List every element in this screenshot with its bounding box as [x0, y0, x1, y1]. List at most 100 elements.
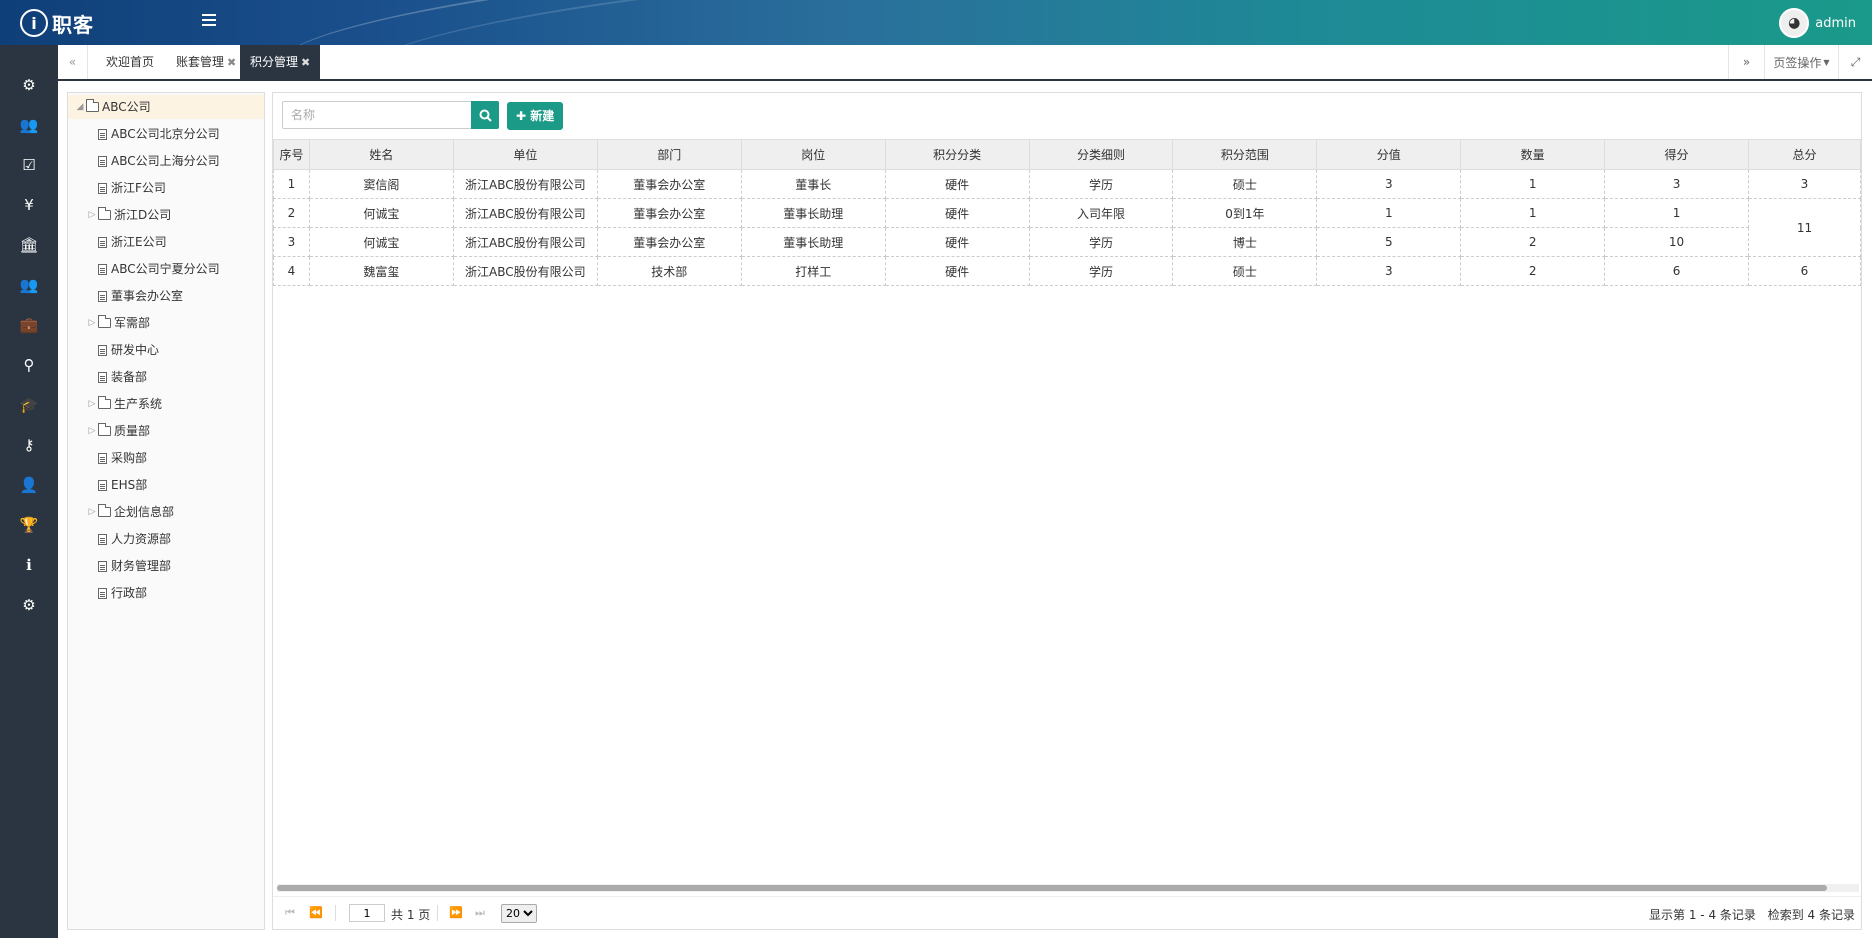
horizontal-scrollbar[interactable] — [277, 884, 1859, 892]
user-menu[interactable]: ◕ admin — [1779, 8, 1856, 38]
search-button[interactable] — [471, 101, 499, 129]
table-row[interactable]: 2 何诚宝 浙江ABC股份有限公司 董事会办公室 董事长助理 硬件 入司年限 0到1年 1 1 1 1… — [273, 198, 1861, 257]
tree-node-label: ABC公司宁夏分公司 — [111, 262, 220, 276]
page-size-select[interactable]: 20 — [501, 904, 537, 923]
tree-node[interactable]: 浙江F公司 — [86, 176, 166, 200]
tab-scroll-right-icon[interactable]: » — [1728, 45, 1764, 79]
column-header[interactable]: 序号 — [273, 139, 310, 170]
column-header[interactable]: 积分范围 — [1172, 139, 1318, 170]
user-icon[interactable]: 👤 — [0, 465, 58, 505]
tree-node[interactable]: ◢ ABC公司 — [68, 95, 264, 119]
tree-node[interactable]: 财务管理部 — [86, 554, 171, 578]
new-button[interactable]: ✚ 新建 — [507, 102, 564, 130]
tree-node[interactable]: 装备部 — [86, 365, 147, 389]
tree-node[interactable]: 董事会办公室 — [86, 284, 183, 308]
prev-page-icon[interactable]: ⏪ — [309, 906, 323, 919]
close-icon[interactable]: ✖ — [301, 56, 310, 69]
tree-node[interactable]: ▷ 企划信息部 — [86, 500, 174, 524]
tab-points[interactable]: 积分管理 ✖ — [240, 45, 321, 79]
group-icon[interactable]: 👥 — [0, 265, 58, 305]
tree-node[interactable]: EHS部 — [86, 473, 147, 497]
tree-node-label: 人力资源部 — [111, 532, 172, 546]
found-info: 检索到 4 条记录 — [1767, 908, 1855, 922]
trophy-icon[interactable]: 🏆 — [0, 505, 58, 545]
tree-node[interactable]: ▷ 浙江D公司 — [86, 203, 171, 227]
page-ops-dropdown[interactable]: 页签操作 ▼ — [1764, 45, 1838, 79]
table-cell: 1 — [1604, 198, 1749, 228]
users-icon[interactable]: 👥 — [0, 105, 58, 145]
tree-node[interactable]: 浙江E公司 — [86, 230, 167, 254]
table-row[interactable]: 4 魏富玺 浙江ABC股份有限公司 技术部 打样工 硬件 学历 硕士 3 2 6 6 — [273, 256, 1861, 286]
close-icon[interactable]: ✖ — [227, 56, 236, 69]
column-header[interactable]: 分值 — [1316, 139, 1462, 170]
yen-icon[interactable]: ¥ — [0, 185, 58, 225]
briefcase-icon[interactable]: 💼 — [0, 305, 58, 345]
tree-node[interactable]: 行政部 — [86, 581, 147, 605]
table-cell: 5 — [1316, 227, 1462, 257]
tree-node[interactable]: 采购部 — [86, 446, 147, 470]
table-row[interactable]: 1 窦信阁 浙江ABC股份有限公司 董事会办公室 董事长 硬件 学历 硕士 3 1 3 3 — [273, 169, 1861, 199]
menu-toggle-icon[interactable] — [202, 14, 216, 28]
table-cell: 3 — [1316, 169, 1462, 199]
bank-icon[interactable]: 🏛 — [0, 225, 58, 265]
file-icon — [98, 344, 107, 356]
tab-welcome[interactable]: 欢迎首页 — [96, 45, 164, 79]
collapsed-arrow-icon[interactable]: ▷ — [86, 419, 98, 443]
tree-node[interactable]: ABC公司北京分公司 — [86, 122, 220, 146]
column-header[interactable]: 积分分类 — [884, 139, 1030, 170]
fullscreen-icon[interactable]: ⤢ — [1838, 45, 1872, 79]
logo-mark: i — [20, 9, 48, 37]
range-info: 显示第 1 - 4 条记录 — [1649, 908, 1756, 922]
cogs-icon[interactable]: ⚙ — [0, 585, 58, 625]
tree-node[interactable]: 人力资源部 — [86, 527, 171, 551]
page-number-input[interactable] — [349, 904, 385, 922]
tree-node[interactable]: ▷ 生产系统 — [86, 392, 162, 416]
column-header[interactable]: 单位 — [452, 139, 598, 170]
tree-node[interactable]: ▷ 质量部 — [86, 419, 150, 443]
search-input[interactable] — [282, 101, 472, 129]
stamp-icon[interactable]: ⚲ — [0, 345, 58, 385]
collapsed-arrow-icon[interactable]: ▷ — [86, 203, 98, 227]
tab-label: 积分管理 — [250, 55, 299, 69]
table-cell: 3 — [273, 227, 310, 257]
last-page-icon[interactable]: ⏭ — [475, 906, 485, 920]
first-page-icon[interactable]: ⏮ — [285, 906, 295, 920]
column-header[interactable]: 分类细则 — [1028, 139, 1174, 170]
new-button-label: 新建 — [530, 109, 555, 123]
next-page-icon[interactable]: ⏩ — [449, 906, 463, 919]
dashboard-icon[interactable]: ⚙ — [0, 65, 58, 105]
collapsed-arrow-icon[interactable]: ▷ — [86, 392, 98, 416]
folder-icon — [86, 99, 99, 112]
expanded-arrow-icon[interactable]: ◢ — [74, 95, 86, 119]
file-icon — [98, 182, 107, 194]
table-cell: 学历 — [1029, 169, 1174, 199]
column-header[interactable]: 总分 — [1748, 139, 1861, 170]
column-header[interactable]: 岗位 — [740, 139, 886, 170]
info-icon[interactable]: ℹ — [0, 545, 58, 585]
collapsed-arrow-icon[interactable]: ▷ — [86, 500, 98, 524]
column-header[interactable]: 数量 — [1460, 139, 1606, 170]
table-cell: 硕士 — [1172, 256, 1318, 286]
graduation-cap-icon[interactable]: 🎓 — [0, 385, 58, 425]
column-header[interactable]: 姓名 — [308, 139, 454, 170]
scrollbar-thumb[interactable] — [277, 885, 1827, 891]
tab-scroll-left-icon[interactable]: « — [58, 45, 88, 79]
table-cell: 入司年限 — [1029, 198, 1174, 228]
table-row[interactable]: 3 何诚宝 浙江ABC股份有限公司 董事会办公室 董事长助理 硬件 学历 博士 5 2 10 — [273, 227, 1861, 257]
tree-node-label: 浙江E公司 — [111, 235, 167, 249]
avatar: ◕ — [1779, 8, 1810, 38]
check-square-icon[interactable]: ☑ — [0, 145, 58, 185]
column-header[interactable]: 得分 — [1604, 139, 1749, 170]
tree-node[interactable]: ▷ 军需部 — [86, 311, 150, 335]
tree-node[interactable]: ABC公司上海分公司 — [86, 149, 220, 173]
plus-icon: ✚ — [516, 109, 527, 123]
file-icon — [98, 560, 107, 572]
tree-node-label: EHS部 — [111, 478, 148, 492]
collapsed-arrow-icon[interactable]: ▷ — [86, 311, 98, 335]
tree-node[interactable]: 研发中心 — [86, 338, 159, 362]
tab-account-set[interactable]: 账套管理 ✖ — [166, 45, 246, 79]
app-logo[interactable]: i 职客 — [20, 8, 94, 38]
tree-node[interactable]: ABC公司宁夏分公司 — [86, 257, 220, 281]
tie-icon[interactable]: ⚷ — [0, 425, 58, 465]
column-header[interactable]: 部门 — [596, 139, 742, 170]
